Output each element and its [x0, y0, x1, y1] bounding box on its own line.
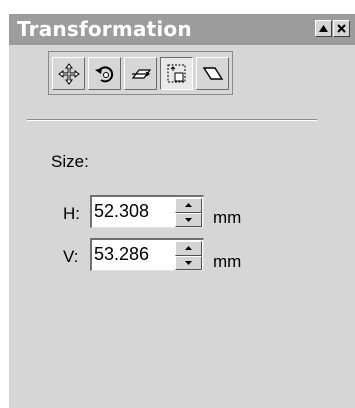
height-input[interactable] — [94, 200, 170, 222]
rotate-tool-button[interactable] — [88, 57, 121, 90]
height-spin-down[interactable] — [175, 212, 202, 227]
rotate-icon — [94, 65, 113, 82]
skew-icon — [202, 66, 223, 80]
transformation-docker: Transformation Size: H: 52.308 mm V: 53.… — [8, 13, 355, 408]
title-bar[interactable]: Transformation — [9, 14, 355, 45]
close-icon — [337, 24, 346, 33]
height-unit: mm — [213, 208, 242, 227]
height-spinner[interactable] — [175, 198, 202, 227]
scale-mirror-tool-button[interactable] — [124, 57, 157, 90]
transform-mode-toolbar — [48, 51, 233, 95]
width-spin-up[interactable] — [175, 241, 202, 256]
width-input[interactable] — [94, 243, 170, 265]
size-icon — [167, 64, 185, 82]
height-label: H: — [63, 204, 80, 223]
spin-up-icon — [185, 246, 192, 251]
triangle-up-icon — [319, 25, 328, 32]
size-section-label: Size: — [51, 152, 89, 171]
minimize-button[interactable] — [315, 20, 332, 37]
move-arrows-icon — [57, 62, 80, 85]
spin-down-icon — [185, 260, 192, 265]
height-spin-up[interactable] — [175, 198, 202, 213]
width-spinner[interactable] — [175, 241, 202, 270]
window-title: Transformation — [17, 17, 192, 41]
width-spin-down[interactable] — [175, 255, 202, 270]
width-field[interactable] — [90, 238, 204, 271]
width-unit: mm — [213, 252, 242, 271]
skew-tool-button[interactable] — [196, 57, 229, 90]
separator-highlight — [27, 120, 317, 121]
spin-up-icon — [185, 203, 192, 208]
size-tool-button[interactable] — [160, 57, 193, 90]
height-field[interactable] — [90, 195, 204, 228]
position-tool-button[interactable] — [52, 57, 85, 90]
width-label: V: — [63, 247, 79, 266]
scale-mirror-icon — [131, 68, 151, 79]
close-button[interactable] — [333, 20, 350, 37]
spin-down-icon — [185, 217, 192, 222]
